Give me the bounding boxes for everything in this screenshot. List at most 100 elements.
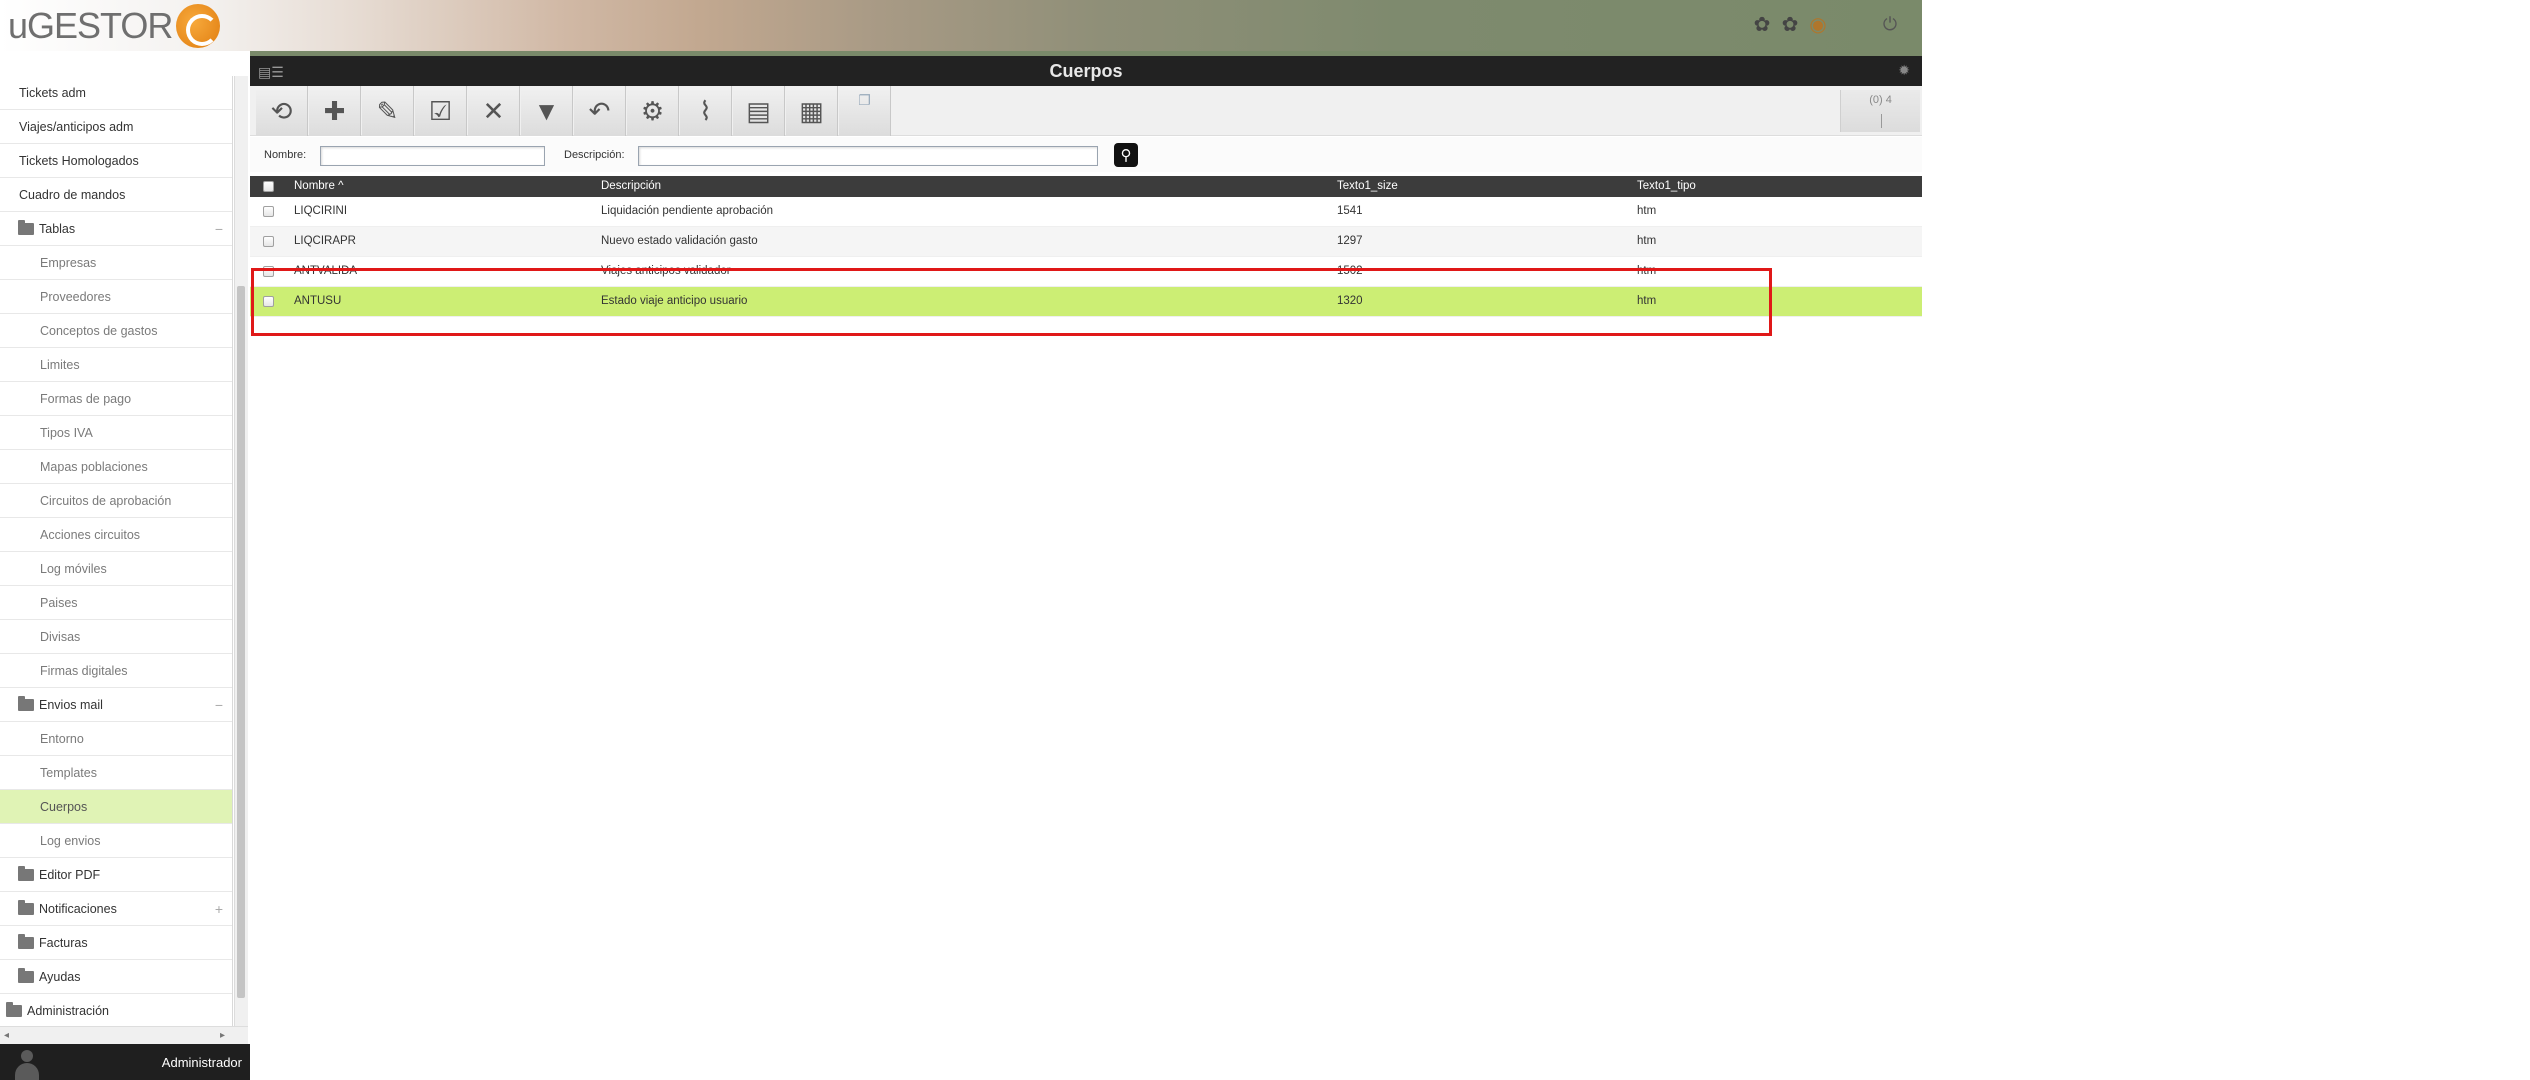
sidebar-scrollbar[interactable] <box>234 76 248 1032</box>
sidebar-item-ayudas[interactable]: Ayudas <box>0 960 232 994</box>
sidebar-item-tablas[interactable]: Tablas − <box>0 212 232 246</box>
table-row[interactable]: LIQCIRAPR Nuevo estado validación gasto 12… <box>250 227 1922 257</box>
toolbar: ⟲ ✚ ✎ ☑ ✕ ▼ ↶ ⚙ ⌇ ▤ ▦ ❐ (0) 4 <box>250 86 1922 136</box>
app-window: uGESTOR ✿ ✿ ◉ ⏻ Tickets adm▴ Viajes/antic… <box>0 0 1922 1080</box>
collapse-icon[interactable]: − <box>215 697 223 713</box>
undo-button[interactable]: ↶ <box>574 86 626 136</box>
edit-icon: ✎ <box>376 95 399 126</box>
nombre-filter-input[interactable] <box>320 146 545 166</box>
column-header-texto1-tipo[interactable]: Texto1_tipo <box>1637 180 1696 192</box>
sidebar-item-label: Mapas poblaciones <box>40 459 148 474</box>
edit-button[interactable]: ✎ <box>362 86 414 136</box>
sidebar-item-editor-pdf[interactable]: Editor PDF <box>0 858 232 892</box>
sidebar-item-envios-mail[interactable]: Envios mail − <box>0 688 232 722</box>
sidebar-item-acciones-circuitos[interactable]: Acciones circuitos <box>0 518 232 552</box>
sidebar-item-proveedores[interactable]: Proveedores <box>0 280 232 314</box>
filter-button[interactable]: ▼ <box>521 86 573 136</box>
avatar-icon <box>12 1050 42 1080</box>
sidebar-item-facturas[interactable]: Facturas <box>0 926 232 960</box>
select-all-checkbox[interactable] <box>263 181 274 192</box>
sidebar-item-empresas[interactable]: Empresas <box>0 246 232 280</box>
user-name: Administrador <box>161 1054 242 1070</box>
search-button[interactable]: ⚲ <box>1114 143 1138 167</box>
row-checkbox[interactable] <box>263 296 274 307</box>
scrollbar-thumb[interactable] <box>237 286 245 998</box>
record-count: (0) 4 <box>1840 90 1920 132</box>
add-icon: ✚ <box>323 95 346 126</box>
cell-descripcion: Viajes anticipos validador <box>601 265 731 277</box>
sidebar-item-label: Tablas <box>39 221 76 236</box>
logo: uGESTOR <box>8 4 221 48</box>
cell-nombre: LIQCIRAPR <box>294 235 356 247</box>
copy-icon: ❐ <box>858 92 871 108</box>
sidebar-item-label: Divisas <box>40 629 81 644</box>
collapse-icon[interactable]: − <box>215 221 223 237</box>
sidebar-item-cuadro-de-mandos[interactable]: Cuadro de mandos <box>0 178 232 212</box>
checklist-button[interactable]: ☑ <box>415 86 467 136</box>
gears-icon: ⚙ <box>640 95 665 126</box>
sidebar-item-administracion[interactable]: Administración <box>0 994 232 1028</box>
sidebar-item-label: Cuerpos <box>40 799 88 814</box>
sidebar-item-circuitos-de-aprobacion[interactable]: Circuitos de aprobación <box>0 484 232 518</box>
sidebar-item-formas-de-pago[interactable]: Formas de pago <box>0 382 232 416</box>
row-checkbox[interactable] <box>263 266 274 277</box>
sidebar-horizontal-scrollbar[interactable]: ◂ ▸ <box>0 1026 248 1044</box>
search-icon: ⚲ <box>1120 147 1132 164</box>
cell-nombre: ANTVALIDA <box>294 265 358 277</box>
scroll-right-icon[interactable]: ▸ <box>220 1030 225 1041</box>
sidebar-item-templates[interactable]: Templates <box>0 756 232 790</box>
sidebar-item-divisas[interactable]: Divisas <box>0 620 232 654</box>
sidebar-item-tickets-homologados[interactable]: Tickets Homologados <box>0 144 232 178</box>
settings-icon[interactable]: ✿ <box>1750 12 1774 36</box>
sidebar-item-paises[interactable]: Paises <box>0 586 232 620</box>
sidebar-item-label: Firmas digitales <box>40 663 128 678</box>
copy-button[interactable]: ❐ <box>839 86 891 136</box>
table-row[interactable]: ANTUSU Estado viaje anticipo usuario 1320 h… <box>250 287 1922 317</box>
sidebar-item-label: Acciones circuitos <box>40 527 141 542</box>
sidebar-item-tickets-adm[interactable]: Tickets adm▴ <box>0 76 232 110</box>
pdf-button[interactable]: ▤ <box>733 86 785 136</box>
user-bar[interactable]: Administrador <box>0 1044 250 1080</box>
checklist-icon: ☑ <box>428 95 453 126</box>
settings-icon[interactable]: ✿ <box>1778 12 1802 36</box>
cell-nombre: LIQCIRINI <box>294 205 348 217</box>
sidebar-item-label: Log móviles <box>40 561 107 576</box>
delete-button[interactable]: ✕ <box>468 86 520 136</box>
sidebar-item-cuerpos[interactable]: Cuerpos <box>0 790 232 824</box>
refresh-button[interactable]: ⟲ <box>256 86 308 136</box>
sidebar-item-tipos-iva[interactable]: Tipos IVA <box>0 416 232 450</box>
sidebar-item-conceptos-de-gastos[interactable]: Conceptos de gastos <box>0 314 232 348</box>
row-checkbox[interactable] <box>263 206 274 217</box>
power-icon[interactable]: ⏻ <box>1878 12 1902 36</box>
sidebar-item-mapas-poblaciones[interactable]: Mapas poblaciones <box>0 450 232 484</box>
sidebar-item-label: Facturas <box>39 935 88 950</box>
sidebar-item-label: Conceptos de gastos <box>40 323 158 338</box>
column-header-texto1-size[interactable]: Texto1_size <box>1337 180 1398 192</box>
title-bar: ▤☰ Cuerpos ✹ <box>250 51 1922 86</box>
sidebar-item-entorno[interactable]: Entorno <box>0 722 232 756</box>
table-row[interactable]: LIQCIRINI Liquidación pendiente aprobació… <box>250 197 1922 227</box>
gears-button[interactable]: ⚙ <box>627 86 679 136</box>
sidebar-item-firmas-digitales[interactable]: Firmas digitales <box>0 654 232 688</box>
column-header-descripcion[interactable]: Descripción <box>601 180 661 192</box>
sidebar-item-limites[interactable]: Limites <box>0 348 232 382</box>
descripcion-filter-input[interactable] <box>638 146 1098 166</box>
globe-icon[interactable]: ◉ <box>1806 12 1830 36</box>
add-button[interactable]: ✚ <box>309 86 361 136</box>
sidebar-item-label: Circuitos de aprobación <box>40 493 172 508</box>
cell-texto1-tipo: htm <box>1637 295 1657 307</box>
xls-button[interactable]: ▦ <box>786 86 838 136</box>
attach-button[interactable]: ⌇ <box>680 86 732 136</box>
sidebar-item-notificaciones[interactable]: Notificaciones + <box>0 892 232 926</box>
sidebar-item-viajes-anticipos-adm[interactable]: Viajes/anticipos adm <box>0 110 232 144</box>
table-row[interactable]: ANTVALIDA Viajes anticipos validador 1502 h… <box>250 257 1922 287</box>
column-header-nombre[interactable]: Nombre ^ <box>294 180 344 192</box>
row-checkbox[interactable] <box>263 236 274 247</box>
folder-icon <box>18 967 34 983</box>
descripcion-label: Descripción: <box>564 149 625 161</box>
sidebar-item-log-envios[interactable]: Log envios <box>0 824 232 858</box>
sidebar-item-log-moviles[interactable]: Log móviles <box>0 552 232 586</box>
expand-icon[interactable]: + <box>215 901 223 917</box>
scroll-left-icon[interactable]: ◂ <box>4 1030 9 1041</box>
settings-icon[interactable]: ✹ <box>1898 62 1910 79</box>
